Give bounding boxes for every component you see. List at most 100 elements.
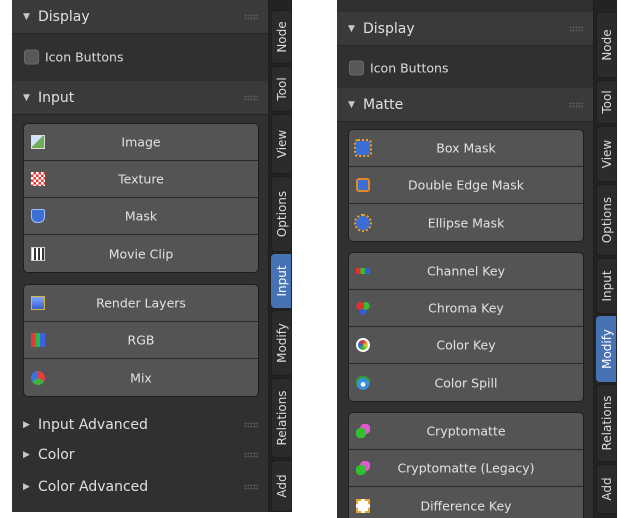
icon-buttons-option[interactable]: Icon Buttons: [337, 47, 593, 89]
panel-title: Display: [38, 8, 90, 25]
tab-relations[interactable]: Relations: [596, 384, 616, 462]
tab-label: View: [599, 139, 614, 169]
tab-label: Tool: [599, 90, 614, 114]
collapsed-triangle-icon: ▶: [23, 450, 30, 460]
drag-grip-icon[interactable]: [244, 484, 258, 490]
matte-node-group-1: Box Mask Double Edge Mask Ellipse Mask: [348, 129, 584, 242]
expand-triangle-icon: ▼: [348, 99, 355, 110]
expand-triangle-icon: ▼: [23, 92, 30, 103]
input-panel-header[interactable]: ▼ Input: [12, 81, 268, 115]
expand-triangle-icon: ▼: [348, 23, 355, 34]
tab-modify[interactable]: Modify: [271, 310, 291, 376]
button-label: Texture: [118, 171, 164, 187]
button-label: Movie Clip: [108, 246, 174, 261]
tab-options[interactable]: Options: [271, 176, 291, 252]
drag-grip-icon[interactable]: [569, 101, 583, 108]
tab-tool[interactable]: Tool: [596, 80, 616, 124]
tab-label: View: [274, 129, 289, 159]
button-label: Chroma Key: [428, 300, 504, 316]
drag-grip-icon[interactable]: [569, 25, 583, 32]
mask-node-button[interactable]: Mask: [24, 198, 258, 235]
button-label: Channel Key: [427, 263, 505, 279]
image-node-button[interactable]: Image: [24, 124, 258, 161]
tab-node[interactable]: Node: [596, 12, 616, 78]
tab-options[interactable]: Options: [596, 184, 616, 256]
tab-input[interactable]: Input: [271, 254, 291, 308]
icon-buttons-label: Icon Buttons: [370, 60, 449, 76]
tab-tool[interactable]: Tool: [271, 66, 291, 112]
tab-view[interactable]: View: [271, 114, 291, 174]
drag-grip-icon[interactable]: [244, 94, 258, 101]
tab-node[interactable]: Node: [271, 10, 291, 64]
panel-title: Color Advanced: [38, 479, 149, 495]
mix-node-button[interactable]: Mix: [24, 359, 258, 396]
button-label: Cryptomatte: [426, 423, 506, 439]
drag-grip-icon[interactable]: [244, 422, 258, 428]
tab-label: Add: [274, 474, 289, 498]
collapsed-triangle-icon: ▶: [23, 420, 30, 430]
tab-modify[interactable]: Modify: [596, 316, 616, 382]
matte-node-group-2: Channel Key Chroma Key Color Key Color S…: [348, 252, 584, 402]
icon-buttons-checkbox[interactable]: [24, 49, 39, 65]
tab-label: Modify: [274, 323, 289, 363]
tab-add[interactable]: Add: [271, 460, 291, 512]
button-label: Color Spill: [434, 375, 498, 390]
color-key-node-button[interactable]: Color Key: [349, 327, 583, 364]
panel-title: Input Advanced: [38, 417, 148, 433]
difference-key-node-button[interactable]: Difference Key: [349, 487, 583, 518]
tab-label: Input: [599, 270, 614, 302]
channel-key-node-button[interactable]: Channel Key: [349, 253, 583, 290]
drag-grip-icon[interactable]: [244, 13, 258, 20]
button-label: Ellipse Mask: [427, 215, 505, 230]
display-panel-header[interactable]: ▼ Display: [337, 12, 593, 46]
right-panel-content: ▼ Display Icon Buttons ▼ Matte Box Mask …: [337, 0, 593, 518]
tab-input[interactable]: Input: [596, 258, 616, 314]
button-label: Double Edge Mask: [408, 177, 524, 193]
icon-buttons-option[interactable]: Icon Buttons: [12, 36, 268, 78]
button-label: Box Mask: [436, 140, 496, 156]
box-mask-node-button[interactable]: Box Mask: [349, 130, 583, 167]
drag-grip-icon[interactable]: [244, 452, 258, 458]
matte-panel-header[interactable]: ▼ Matte: [337, 88, 593, 122]
input-node-group-2: Render Layers RGB Mix: [23, 284, 259, 397]
tab-label: Node: [274, 21, 289, 53]
panel-title: Display: [363, 20, 415, 37]
tab-label: Tool: [274, 77, 289, 101]
panel-title: Input: [38, 89, 75, 106]
button-label: Render Layers: [96, 295, 186, 311]
tab-label: Relations: [274, 390, 289, 446]
texture-node-button[interactable]: Texture: [24, 161, 258, 198]
icon-buttons-checkbox[interactable]: [349, 60, 364, 76]
button-label: Difference Key: [420, 498, 512, 513]
tab-relations[interactable]: Relations: [271, 378, 291, 458]
tab-view[interactable]: View: [596, 126, 616, 182]
input-advanced-panel-header[interactable]: ▶ Input Advanced: [12, 410, 268, 440]
color-advanced-panel-header[interactable]: ▶ Color Advanced: [12, 472, 268, 502]
color-panel-header[interactable]: ▶ Color: [12, 440, 268, 470]
panel-title: Color: [38, 447, 75, 463]
button-label: Image: [121, 134, 161, 150]
left-panel-content: ▼ Display Icon Buttons ▼ Input Image Tex…: [12, 0, 268, 512]
button-label: Cryptomatte (Legacy): [397, 460, 535, 476]
rgb-node-button[interactable]: RGB: [24, 322, 258, 359]
movie-clip-node-button[interactable]: Movie Clip: [24, 235, 258, 272]
tab-add[interactable]: Add: [596, 464, 616, 514]
cryptomatte-legacy-node-button[interactable]: Cryptomatte (Legacy): [349, 450, 583, 487]
tab-label: Modify: [599, 329, 614, 369]
tab-label: Add: [599, 477, 614, 501]
render-layers-node-button[interactable]: Render Layers: [24, 285, 258, 322]
double-edge-mask-node-button[interactable]: Double Edge Mask: [349, 167, 583, 204]
collapsed-triangle-icon: ▶: [23, 482, 30, 492]
left-sidebar-panel: ▼ Display Icon Buttons ▼ Input Image Tex…: [12, 0, 292, 512]
tab-label: Node: [599, 29, 614, 61]
cryptomatte-node-button[interactable]: Cryptomatte: [349, 413, 583, 450]
input-node-group-1: Image Texture Mask Movie Clip: [23, 123, 259, 273]
chroma-key-node-button[interactable]: Chroma Key: [349, 290, 583, 327]
expand-triangle-icon: ▼: [23, 11, 30, 22]
right-sidebar-panel: ▼ Display Icon Buttons ▼ Matte Box Mask …: [337, 0, 617, 518]
ellipse-mask-node-button[interactable]: Ellipse Mask: [349, 204, 583, 241]
display-panel-header[interactable]: ▼ Display: [12, 0, 268, 34]
button-label: Mask: [124, 208, 158, 224]
color-spill-node-button[interactable]: Color Spill: [349, 364, 583, 401]
tab-label: Options: [599, 196, 614, 244]
